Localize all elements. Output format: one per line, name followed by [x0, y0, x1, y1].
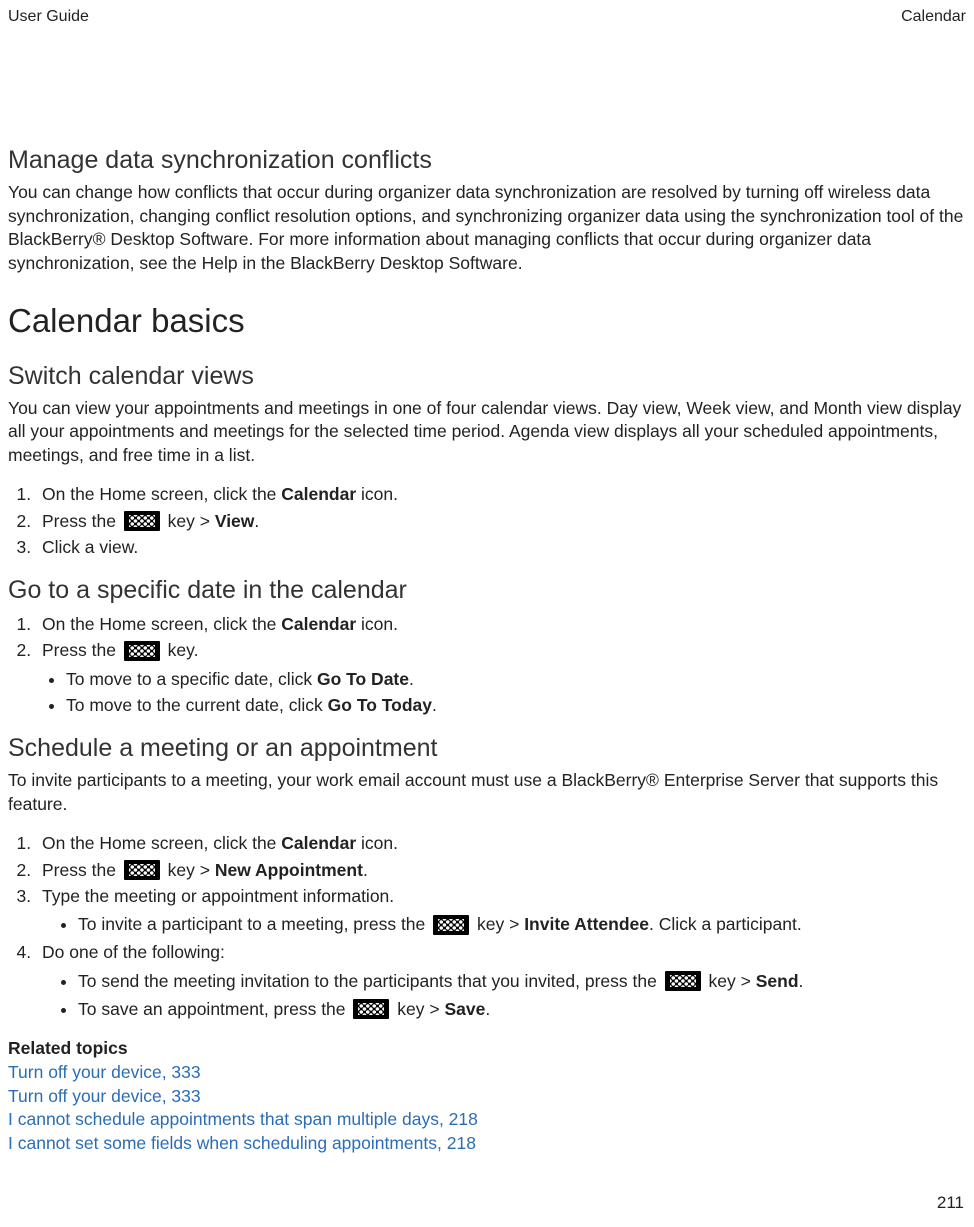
bold-text: View [215, 511, 255, 531]
related-topics-heading: Related topics [8, 1038, 966, 1059]
bold-text: Calendar [281, 833, 356, 853]
heading-schedule: Schedule a meeting or an appointment [8, 734, 966, 763]
text: On the Home screen, click the [42, 833, 281, 853]
text: key > [392, 999, 444, 1019]
text: To save an appointment, press the [78, 999, 350, 1019]
text: On the Home screen, click the [42, 484, 281, 504]
heading-switch-views: Switch calendar views [8, 362, 966, 391]
body-manage-conflicts: You can change how conflicts that occur … [8, 181, 966, 276]
text: . Click a participant. [649, 914, 802, 934]
page-header: User Guide Calendar [0, 0, 974, 26]
text: Do one of the following: [42, 942, 225, 962]
text: icon. [356, 833, 398, 853]
menu-key-icon [353, 999, 389, 1019]
steps-switch-views: On the Home screen, click the Calendar i… [8, 481, 966, 560]
bold-text: Send [756, 971, 799, 991]
text: To move to a specific date, click [66, 669, 317, 689]
steps-goto-date: On the Home screen, click the Calendar i… [8, 611, 966, 718]
bold-text: Go To Date [317, 669, 409, 689]
step-item: On the Home screen, click the Calendar i… [36, 830, 966, 856]
text: Press the [42, 860, 121, 880]
step-item: Do one of the following: To send the mee… [36, 939, 966, 1022]
text: key > [163, 860, 215, 880]
step-item: Press the key > View. [36, 508, 966, 534]
step-item: On the Home screen, click the Calendar i… [36, 481, 966, 507]
step-item: Type the meeting or appointment informat… [36, 883, 966, 938]
text: . [799, 971, 804, 991]
menu-key-icon [124, 511, 160, 531]
text: To send the meeting invitation to the pa… [78, 971, 662, 991]
related-link[interactable]: Turn off your device, 333 [8, 1085, 966, 1109]
bold-text: Save [444, 999, 485, 1019]
bold-text: Invite Attendee [524, 914, 649, 934]
text: To move to the current date, click [66, 695, 328, 715]
related-link[interactable]: I cannot set some fields when scheduling… [8, 1132, 966, 1156]
text: icon. [356, 484, 398, 504]
text: . [363, 860, 368, 880]
step-item: Press the key. To move to a specific dat… [36, 637, 966, 718]
sub-bullets: To invite a participant to a meeting, pr… [42, 911, 966, 937]
sub-bullets: To move to a specific date, click Go To … [42, 666, 966, 719]
sub-bullets: To send the meeting invitation to the pa… [42, 968, 966, 1023]
text: key > [472, 914, 524, 934]
page-number: 211 [937, 1193, 964, 1213]
related-link[interactable]: I cannot schedule appointments that span… [8, 1108, 966, 1132]
bold-text: New Appointment [215, 860, 363, 880]
text: Type the meeting or appointment informat… [42, 886, 394, 906]
text: key. [163, 640, 199, 660]
bullet-item: To invite a participant to a meeting, pr… [78, 911, 966, 937]
text: . [432, 695, 437, 715]
menu-key-icon [665, 971, 701, 991]
text: icon. [356, 614, 398, 634]
bullet-item: To move to the current date, click Go To… [66, 692, 966, 718]
heading-goto-date: Go to a specific date in the calendar [8, 576, 966, 605]
body-schedule: To invite participants to a meeting, you… [8, 769, 966, 816]
related-link[interactable]: Turn off your device, 333 [8, 1061, 966, 1085]
header-left: User Guide [8, 8, 89, 26]
step-item: Click a view. [36, 534, 966, 560]
text: . [485, 999, 490, 1019]
header-right: Calendar [901, 8, 966, 26]
text: On the Home screen, click the [42, 614, 281, 634]
heading-manage-conflicts: Manage data synchronization conflicts [8, 146, 966, 175]
steps-schedule: On the Home screen, click the Calendar i… [8, 830, 966, 1022]
bullet-item: To save an appointment, press the key > … [78, 996, 966, 1022]
bold-text: Go To Today [328, 695, 432, 715]
text: key > [704, 971, 756, 991]
heading-calendar-basics: Calendar basics [8, 302, 966, 340]
text: To invite a participant to a meeting, pr… [78, 914, 430, 934]
text: . [254, 511, 259, 531]
bold-text: Calendar [281, 614, 356, 634]
text: . [409, 669, 414, 689]
menu-key-icon [433, 915, 469, 935]
menu-key-icon [124, 860, 160, 880]
step-item: Press the key > New Appointment. [36, 857, 966, 883]
body-switch-views: You can view your appointments and meeti… [8, 397, 966, 468]
text: Press the [42, 640, 121, 660]
text: Press the [42, 511, 121, 531]
text: key > [163, 511, 215, 531]
menu-key-icon [124, 641, 160, 661]
step-item: On the Home screen, click the Calendar i… [36, 611, 966, 637]
bullet-item: To move to a specific date, click Go To … [66, 666, 966, 692]
page-content: Manage data synchronization conflicts Yo… [0, 26, 974, 1156]
bold-text: Calendar [281, 484, 356, 504]
bullet-item: To send the meeting invitation to the pa… [78, 968, 966, 994]
